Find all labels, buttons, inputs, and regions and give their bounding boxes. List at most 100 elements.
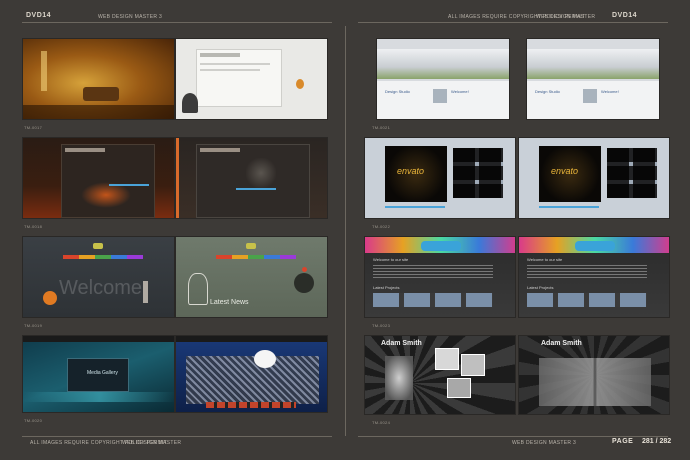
thumbnail-tm0024-a[interactable]: Adam Smith — [364, 335, 516, 415]
design-studio-text: Design Studio — [385, 89, 410, 94]
thumbnail-tm0018-b[interactable] — [175, 137, 328, 219]
blue-line — [236, 188, 276, 190]
thumbnail-tm0023-a[interactable]: Welcome to our site Latest Projects — [364, 236, 516, 318]
orange-character — [43, 291, 57, 305]
text-lines — [527, 265, 647, 279]
content-panel — [196, 49, 282, 107]
thumbnail-tm0021-a[interactable]: Design Studio Welcome! — [376, 38, 510, 120]
thumbnail-tm0021-b[interactable]: Design Studio Welcome! — [526, 38, 660, 120]
footer-rule-right — [358, 436, 668, 437]
headline-bar — [200, 148, 240, 152]
lamp-shape — [41, 51, 47, 91]
footer-title-right: WEB DESIGN MASTER 3 — [512, 440, 577, 446]
caption-tm0018: TM-0018 — [24, 224, 43, 229]
glow-wave — [23, 392, 174, 402]
orange-accent — [296, 79, 304, 89]
photo-frame — [435, 348, 459, 370]
latest-projects-text: Latest Projects — [527, 285, 554, 290]
latest-projects-text: Latest Projects — [373, 285, 400, 290]
adam-smith-title: Adam Smith — [541, 340, 582, 347]
thumbnail-tm0018-a[interactable] — [22, 137, 175, 219]
figure-dark — [182, 93, 198, 113]
thumb-grid — [607, 148, 657, 198]
figure-standing — [143, 281, 148, 303]
portrait-photo — [385, 356, 413, 400]
caption-tm0019: TM-0019 — [24, 323, 43, 328]
project-thumbs — [527, 293, 647, 307]
caption-tm0020: TM-0020 — [24, 418, 43, 423]
thumbnail-tm0017-a[interactable] — [22, 38, 175, 120]
dvd-label-right: DVD14 — [612, 12, 638, 19]
welcome-text: Welcome! — [601, 89, 619, 94]
header-rule-left — [22, 22, 332, 23]
header-rule-right — [358, 22, 668, 23]
envato-logo: envato — [397, 166, 425, 176]
media-gallery-text: Media Gallery — [87, 370, 118, 376]
logo-mark — [246, 243, 256, 249]
envato-logo: envato — [551, 166, 579, 176]
header-title-left: WEB DESIGN MASTER 3 — [98, 14, 163, 20]
page-numbers: 281 / 282 — [642, 438, 672, 445]
logo-mark — [93, 243, 103, 249]
portrait — [433, 89, 447, 103]
logo-badge — [421, 241, 461, 251]
text-lines — [373, 265, 493, 279]
caption-tm0017: TM-0017 — [24, 125, 43, 130]
thumbnail-tm0024-b[interactable]: Adam Smith — [518, 335, 670, 415]
welcome-site-text: Welcome to our site — [373, 257, 409, 262]
headline-bar — [65, 148, 105, 152]
open-book — [539, 358, 651, 406]
adam-smith-title: Adam Smith — [381, 340, 422, 347]
blue-control — [385, 206, 445, 208]
panel-line — [200, 69, 260, 71]
thumbnail-tm0017-b[interactable] — [175, 38, 328, 120]
thumb-grid — [453, 148, 503, 198]
caption-tm0023: TM-0023 — [372, 323, 391, 328]
header-notice-right-2: WEB DESIGN MASTER — [536, 14, 596, 20]
portrait — [583, 89, 597, 103]
blue-line — [109, 184, 149, 186]
light-orb — [254, 350, 276, 368]
panel-title-bar — [200, 53, 240, 57]
top-nav — [23, 336, 174, 342]
top-nav — [176, 336, 327, 342]
grid-floor — [186, 356, 319, 404]
floor-shadow — [23, 105, 174, 119]
thumbnail-tm0022-a[interactable]: envato — [364, 137, 516, 219]
caption-tm0021: TM-0021 — [372, 125, 391, 130]
thumbnail-tm0020-b[interactable] — [175, 335, 328, 413]
thumbnail-tm0022-b[interactable]: envato — [518, 137, 670, 219]
caption-tm0022: TM-0022 — [372, 224, 391, 229]
thumbnail-tm0019-a[interactable]: Welcome — [22, 236, 175, 318]
welcome-text: Welcome! — [451, 89, 469, 94]
banner-photo — [377, 49, 509, 79]
footer-rule-left — [22, 436, 332, 437]
thumbnail-tm0019-b[interactable]: Latest News — [175, 236, 328, 318]
latest-news-text: Latest News — [210, 299, 249, 306]
texture-circle — [246, 158, 276, 188]
project-thumbs — [373, 293, 493, 307]
photo-frame — [461, 354, 485, 376]
nav-pills — [216, 255, 296, 259]
banner-photo — [527, 49, 659, 79]
welcome-site-text: Welcome to our site — [527, 257, 563, 262]
caption-tm0024: TM-0024 — [372, 420, 391, 425]
orange-edge — [176, 138, 179, 218]
red-dot — [302, 267, 307, 272]
thumbnail-tm0020-a[interactable]: Media Gallery — [22, 335, 175, 413]
dvd-label-left: DVD14 — [26, 12, 52, 19]
blue-control — [539, 206, 599, 208]
design-studio-text: Design Studio — [535, 89, 560, 94]
bomb-shape — [294, 273, 314, 293]
page-label: PAGE — [612, 438, 634, 445]
nav-pills — [63, 255, 143, 259]
page-spine — [345, 26, 346, 436]
photo-frame — [447, 378, 471, 398]
hand-sketch — [188, 273, 208, 305]
sofa-shape — [83, 87, 119, 101]
thumb-strip — [206, 402, 296, 408]
logo-badge — [575, 241, 615, 251]
panel-line — [200, 63, 270, 65]
thumbnail-tm0023-b[interactable]: Welcome to our site Latest Projects — [518, 236, 670, 318]
footer-notice-left-2: WEB DESIGN MASTER — [122, 440, 182, 446]
